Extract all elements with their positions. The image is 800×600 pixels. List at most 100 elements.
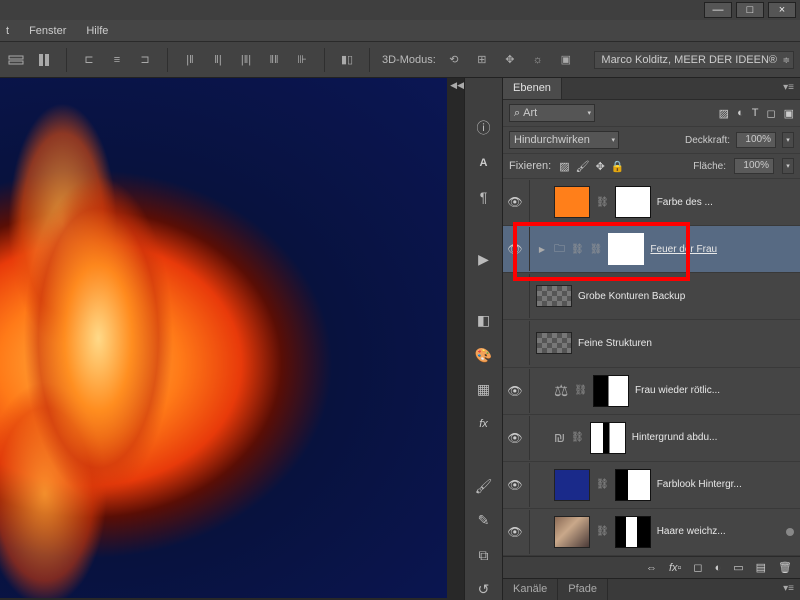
3d-move-icon[interactable]: ✥ [500,47,520,73]
menu-t[interactable]: t [6,25,9,37]
layer-mask-thumbnail[interactable] [615,469,651,501]
layer-mask-thumbnail[interactable] [615,186,651,218]
layer-name[interactable]: Feine Strukturen [578,338,652,349]
play-icon[interactable]: ▶ [473,249,495,270]
layer-name[interactable]: Hintergrund abdu... [632,432,718,443]
fill-input[interactable]: 100% [734,158,774,174]
brush-icon[interactable]: 🖌 [473,476,495,497]
fill-adjust-icon[interactable]: ◐ [715,562,722,574]
mask-link-icon[interactable]: ⛓ [590,244,603,255]
3d-pan-icon[interactable]: ⊞ [472,47,492,73]
auto-align-icon[interactable] [6,47,26,73]
dist-4-icon[interactable]: ‖‖ [264,47,284,73]
layer-name[interactable]: Feuer der Frau [650,244,717,255]
3d-cam-icon[interactable]: ▣ [556,47,576,73]
layer-thumbnail[interactable] [536,332,572,354]
3d-icon[interactable]: ▮▯ [337,47,357,73]
lock-all-icon[interactable]: 🔒 [611,160,625,173]
align-right-icon[interactable]: ⊐ [135,47,155,73]
layer-row[interactable]: 👁⚖⛓Frau wieder rötlic... [503,368,800,415]
mask-link-icon[interactable]: ⛓ [596,479,609,490]
layer-mask-thumbnail[interactable] [615,516,651,548]
layer-name[interactable]: Haare weichz... [657,526,726,537]
window-close[interactable]: × [768,2,796,18]
visibility-toggle-icon[interactable]: 👁 [507,289,523,303]
lock-trans-icon[interactable]: ▨ [559,160,569,173]
group-icon[interactable]: ▭ [733,561,743,574]
color-icon[interactable]: 🎨 [473,345,495,366]
filter-pixel-icon[interactable]: ▨ [719,107,729,120]
layer-thumbnail[interactable] [554,186,590,218]
layer-row[interactable]: 👁 ⛓ Haare weichz... [503,509,800,556]
mask-icon[interactable]: ◻ [693,561,702,574]
visibility-toggle-icon[interactable]: 👁 [507,384,523,398]
menu-fenster[interactable]: Fenster [29,25,66,37]
layer-name[interactable]: Grobe Konturen Backup [578,291,685,302]
3d-light-icon[interactable]: ☼ [528,47,548,73]
layer-thumbnail[interactable] [554,516,590,548]
layer-filter-dropdown[interactable]: ⌕Art▾ [509,104,595,122]
visibility-toggle-icon[interactable]: 👁 [507,242,523,256]
mask-link-icon[interactable]: ⛓ [596,526,609,537]
fx-icon[interactable]: fx▫ [669,562,681,574]
trash-icon[interactable]: 🗑 [778,561,792,574]
layer-name[interactable]: Farbe des ... [657,197,713,208]
paragraph-icon[interactable]: ¶ [473,187,495,208]
tab-kanale[interactable]: Kanäle [503,579,558,600]
filter-type-icon[interactable]: T [752,107,759,120]
panel-collapse-icon[interactable]: ◀◀ [450,80,464,91]
panel-menu-icon[interactable]: ▾≡ [777,78,800,99]
brush-settings-icon[interactable]: ✎ [473,510,495,531]
filter-shape-icon[interactable]: ◻ [766,107,775,120]
swatches-icon[interactable]: ◧ [473,310,495,331]
menu-hilfe[interactable]: Hilfe [86,25,108,37]
3d-orbit-icon[interactable]: ⟲ [444,47,464,73]
layer-row[interactable]: 👁 Grobe Konturen Backup [503,273,800,320]
layer-row[interactable]: 👁▶🗀⛓⛓Feuer der Frau [503,226,800,273]
mask-link-icon[interactable]: ⛓ [571,432,584,443]
bottom-panel-menu-icon[interactable]: ▾≡ [777,579,800,600]
visibility-toggle-icon[interactable]: 👁 [507,525,523,539]
layer-thumbnail[interactable] [536,285,572,307]
workspace-dropdown[interactable]: Marco Kolditz, MEER DER IDEEN®≑ [594,51,794,69]
align-icon-1[interactable] [34,47,54,73]
layer-name[interactable]: Frau wieder rötlic... [635,385,720,396]
new-layer-icon[interactable]: ▤ [756,561,766,574]
lock-pos-icon[interactable]: ✥ [596,160,605,173]
mask-link-icon[interactable]: ⛓ [596,197,609,208]
lock-pixel-icon[interactable]: 🖌 [576,160,590,173]
mask-link-icon[interactable]: ⛓ [574,385,587,396]
opacity-flyout-icon[interactable]: ▾ [782,132,794,148]
tab-ebenen[interactable]: Ebenen [503,78,562,99]
document-canvas[interactable] [0,78,447,598]
layer-row[interactable]: 👁⛓Farblook Hintergr... [503,462,800,509]
adjustments-icon[interactable]: fx [473,414,495,435]
layer-row[interactable]: 👁 ⛓ Farbe des ... [503,179,800,226]
dist-3-icon[interactable]: |‖| [236,47,256,73]
align-left-icon[interactable]: ⊏ [79,47,99,73]
window-minimize[interactable]: — [704,2,732,18]
history-icon[interactable]: ↺ [473,579,495,600]
layer-mask-thumbnail[interactable] [608,233,644,265]
clone-icon[interactable]: ⧉ [473,545,495,566]
opacity-input[interactable]: 100% [736,132,776,148]
dist-1-icon[interactable]: |‖ [180,47,200,73]
visibility-toggle-icon[interactable]: 👁 [507,478,523,492]
dist-2-icon[interactable]: ‖| [208,47,228,73]
layer-row[interactable]: 👁Feine Strukturen [503,320,800,367]
character-icon[interactable]: A [473,153,495,174]
disclosure-icon[interactable]: ▶ [536,245,548,254]
fill-flyout-icon[interactable]: ▾ [782,158,794,174]
filter-smart-icon[interactable]: ▣ [784,107,794,120]
filter-adjust-icon[interactable]: ◐ [737,107,744,120]
tab-pfade[interactable]: Pfade [558,579,608,600]
align-center-h-icon[interactable]: ≡ [107,47,127,73]
styles-icon[interactable]: ▦ [473,380,495,401]
link-layers-icon[interactable]: ⇔ [646,562,657,574]
layer-row[interactable]: 👁₪⛓Hintergrund abdu... [503,415,800,462]
visibility-toggle-icon[interactable]: 👁 [507,431,523,445]
layer-mask-thumbnail[interactable] [590,422,626,454]
layer-mask-thumbnail[interactable] [593,375,629,407]
visibility-toggle-icon[interactable]: 👁 [507,195,523,209]
dist-5-icon[interactable]: ⊪ [292,47,312,73]
